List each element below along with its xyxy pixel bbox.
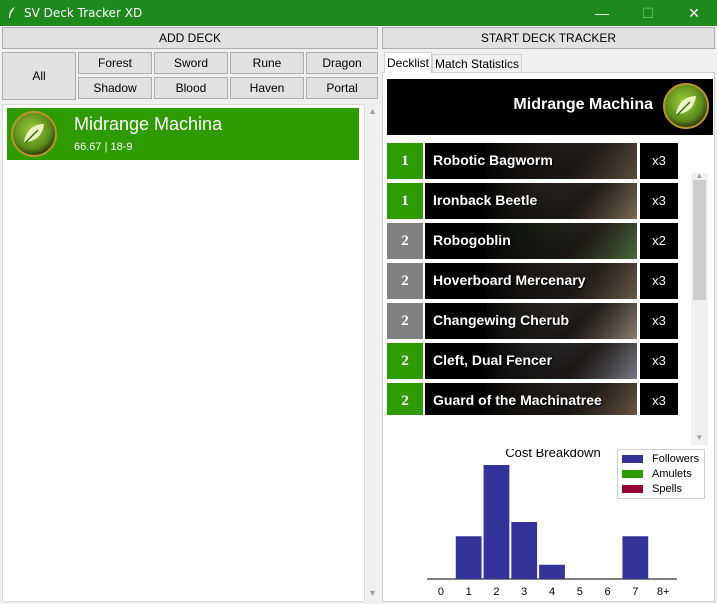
card-name: Guard of the Machinatree [433, 392, 602, 408]
card-art-banner: Ironback Beetle [425, 183, 637, 219]
card-row[interactable]: 2 Changewing Cherub x3 [387, 303, 678, 339]
client-area: ADD DECK START DECK TRACKER All Forest S… [0, 26, 717, 604]
add-deck-button[interactable]: ADD DECK [2, 27, 378, 49]
card-art-banner: Changewing Cherub [425, 303, 637, 339]
x-tick-label: 1 [466, 586, 472, 598]
card-row[interactable]: 1 Ironback Beetle x3 [387, 183, 678, 219]
card-row[interactable]: 2 Cleft, Dual Fencer x3 [387, 343, 678, 379]
filter-haven-button[interactable]: Haven [230, 77, 304, 99]
x-tick-label: 0 [438, 586, 444, 598]
filter-portal-button[interactable]: Portal [306, 77, 378, 99]
card-cost: 2 [387, 223, 423, 259]
card-cost: 1 [387, 183, 423, 219]
card-row[interactable]: 2 Guard of the Machinatree x3 [387, 383, 678, 415]
card-count: x3 [640, 383, 678, 415]
deck-list: Midrange Machina 66.67 | 18-9 [2, 104, 365, 602]
card-cost: 2 [387, 343, 423, 379]
decklist-header: Midrange Machina [387, 79, 713, 135]
legend-swatch [622, 470, 643, 478]
filter-all-button[interactable]: All [2, 52, 76, 100]
filter-rune-button[interactable]: Rune [230, 52, 304, 74]
filter-dragon-button[interactable]: Dragon [306, 52, 378, 74]
filter-sword-button[interactable]: Sword [154, 52, 228, 74]
scroll-up-icon[interactable]: ▲ [365, 106, 380, 116]
forest-leaf-icon [11, 111, 57, 157]
x-tick-label: 3 [521, 586, 527, 598]
card-row[interactable]: 2 Robogoblin x2 [387, 223, 678, 259]
card-cost: 2 [387, 383, 423, 415]
decklist-panel: Midrange Machina 1 Robotic Bagworm x3 1 Iron… [382, 72, 715, 602]
card-row[interactable]: 2 Hoverboard Mercenary x3 [387, 263, 678, 299]
card-art-banner: Guard of the Machinatree [425, 383, 637, 415]
card-count: x3 [640, 143, 678, 179]
scrollbar-thumb[interactable] [693, 180, 706, 300]
card-count: x2 [640, 223, 678, 259]
chart-title: Cost Breakdown [505, 449, 600, 460]
card-count: x3 [640, 183, 678, 219]
deck-list-scrollbar[interactable]: ▲ ▼ [365, 104, 380, 602]
legend-label: Spells [652, 483, 682, 495]
card-cost: 1 [387, 143, 423, 179]
card-art-banner: Robotic Bagworm [425, 143, 637, 179]
x-tick-label: 2 [493, 586, 499, 598]
card-name: Robogoblin [433, 232, 511, 248]
start-deck-tracker-button[interactable]: START DECK TRACKER [382, 27, 715, 49]
card-name: Hoverboard Mercenary [433, 272, 586, 288]
x-tick-label: 7 [632, 586, 638, 598]
tab-decklist[interactable]: Decklist [384, 52, 432, 73]
card-count: x3 [640, 343, 678, 379]
scroll-up-icon[interactable]: ▲ [692, 171, 707, 180]
legend-swatch [622, 485, 643, 493]
card-name: Ironback Beetle [433, 192, 538, 208]
decklist-deck-name: Midrange Machina [513, 96, 653, 113]
chart-legend: Followers Amulets Spells [617, 449, 705, 499]
card-count: x3 [640, 303, 678, 339]
scroll-down-icon[interactable]: ▼ [365, 588, 380, 598]
bar-followers-3 [511, 522, 538, 579]
filter-blood-button[interactable]: Blood [154, 77, 228, 99]
bar-followers-7 [622, 536, 649, 579]
card-name: Changewing Cherub [433, 312, 570, 328]
card-name: Cleft, Dual Fencer [433, 352, 553, 368]
x-tick-label: 8+ [657, 586, 670, 598]
app-feather-icon [9, 7, 15, 18]
x-tick-label: 6 [604, 586, 610, 598]
maximize-button[interactable]: ☐ [625, 0, 671, 26]
minimize-icon: — [595, 5, 609, 21]
legend-label: Followers [652, 453, 700, 465]
bar-followers-4 [539, 564, 565, 579]
filter-forest-button[interactable]: Forest [78, 52, 152, 74]
deck-stats: 66.67 | 18-9 [74, 141, 133, 153]
legend-swatch [622, 455, 643, 463]
card-cost: 2 [387, 303, 423, 339]
close-button[interactable]: ✕ [671, 0, 717, 26]
card-list-scrollbar[interactable]: ▲ ▼ [691, 171, 708, 445]
scroll-down-icon[interactable]: ▼ [692, 433, 707, 442]
deck-name: Midrange Machina [74, 114, 223, 134]
card-art-banner: Robogoblin [425, 223, 637, 259]
tab-match-statistics[interactable]: Match Statistics [432, 54, 522, 73]
bar-followers-2 [483, 465, 510, 579]
card-row[interactable]: 1 Robotic Bagworm x3 [387, 143, 678, 179]
close-icon: ✕ [688, 5, 700, 21]
card-cost: 2 [387, 263, 423, 299]
forest-leaf-icon [663, 83, 709, 129]
deck-list-item[interactable]: Midrange Machina 66.67 | 18-9 [7, 108, 359, 160]
maximize-icon: ☐ [641, 5, 655, 21]
card-art-banner: Cleft, Dual Fencer [425, 343, 637, 379]
card-name: Robotic Bagworm [433, 152, 553, 168]
window-title: SV Deck Tracker XD [24, 6, 143, 20]
x-tick-label: 5 [577, 586, 583, 598]
legend-label: Amulets [652, 468, 692, 480]
bar-followers-1 [455, 536, 482, 579]
minimize-button[interactable]: — [579, 0, 625, 26]
card-list: 1 Robotic Bagworm x3 1 Ironback Beetle x3 2 Rob… [387, 143, 678, 415]
card-count: x3 [640, 263, 678, 299]
title-bar: SV Deck Tracker XD — ☐ ✕ [0, 0, 717, 26]
filter-shadow-button[interactable]: Shadow [78, 77, 152, 99]
x-tick-label: 4 [549, 586, 555, 598]
card-art-banner: Hoverboard Mercenary [425, 263, 637, 299]
cost-breakdown-chart: Cost Breakdown 0 1 2 3 4 5 6 7 8+ Followers Amulet… [383, 449, 714, 601]
